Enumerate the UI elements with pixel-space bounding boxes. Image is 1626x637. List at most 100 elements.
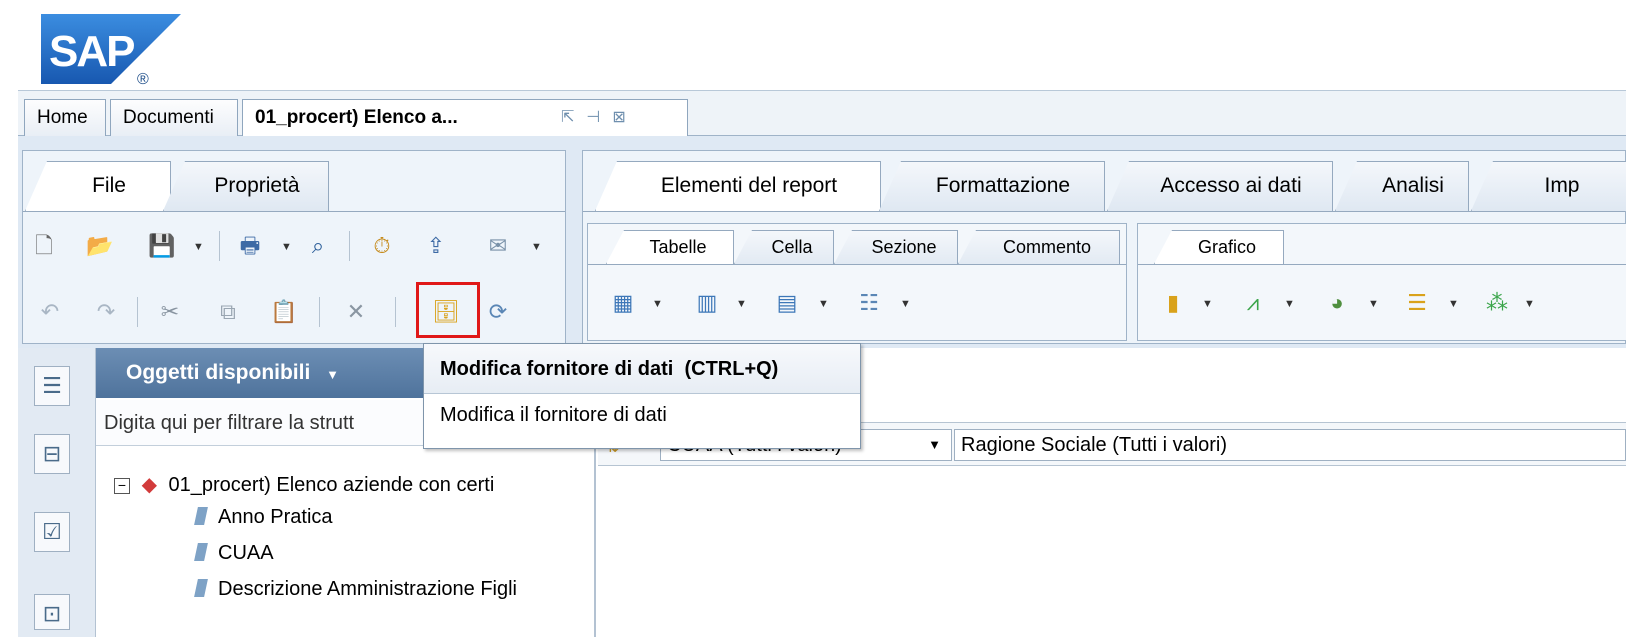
tab-accesso-label: Accesso ai dati	[1160, 174, 1302, 197]
dimension-icon	[194, 579, 208, 597]
email-icon[interactable]: ✉	[483, 231, 513, 261]
copy-icon[interactable]: ⧉	[213, 297, 243, 327]
tooltip-shortcut: (CTRL+Q)	[684, 358, 779, 380]
variables-icon[interactable]: ⊡	[34, 594, 70, 630]
email-dropdown-arrow-icon[interactable]: ▼	[531, 241, 542, 253]
pin-icon[interactable]: ⊣	[586, 109, 612, 126]
bar-chart-icon[interactable]: ▮	[1158, 288, 1188, 318]
tree-root-label: 01_procert) Elenco aziende con certi	[168, 474, 495, 496]
tab-home[interactable]: Home	[24, 99, 106, 137]
tree-item[interactable]: Descrizione Amministrazione Figli	[194, 578, 517, 601]
tab-document-active[interactable]: 01_procert) Elenco a... ⇱⊣⊠	[242, 99, 688, 138]
separator	[395, 297, 396, 327]
sap-logo: SAP ®	[41, 14, 189, 88]
tab-window-controls: ⇱⊣⊠	[561, 100, 638, 136]
point-chart-icon[interactable]: ⁂	[1482, 288, 1512, 318]
find-icon[interactable]: ⌕	[303, 231, 333, 261]
subtab-sezione-label: Sezione	[871, 237, 937, 257]
crosstab-icon[interactable]: ▤	[772, 288, 802, 318]
tab-analisi[interactable]: Analisi	[1335, 161, 1469, 211]
tab-elementi-label: Elementi del report	[660, 174, 838, 197]
dimension-icon	[194, 507, 208, 525]
subtab-commento-label: Commento	[1002, 237, 1092, 257]
close-icon[interactable]: ⊠	[612, 109, 637, 126]
divider	[583, 211, 1625, 212]
redo-icon[interactable]: ↷	[91, 297, 121, 327]
tab-formattazione-label: Formattazione	[935, 174, 1071, 197]
tab-accesso-ai-dati[interactable]: Accesso ai dati	[1107, 161, 1333, 211]
filter-ragione-sociale[interactable]: Ragione Sociale (Tutti i valori)	[954, 429, 1626, 461]
cut-icon[interactable]: ✂	[155, 297, 185, 327]
input-controls-icon[interactable]: ☑	[34, 512, 70, 552]
line-chart-icon[interactable]: ⩘	[1238, 288, 1268, 318]
separator	[219, 231, 220, 261]
separator	[349, 231, 350, 261]
tree-item-label: Descrizione Amministrazione Figli	[218, 578, 517, 600]
subtab-tabelle[interactable]: Tabelle	[606, 230, 734, 264]
collapse-icon[interactable]: −	[114, 478, 130, 494]
pie-chart-icon[interactable]: ◕	[1322, 288, 1352, 318]
bar-chart-dropdown-arrow-icon[interactable]: ▼	[1202, 298, 1213, 310]
export-icon[interactable]: ⇪	[421, 231, 451, 261]
crosstab-dropdown-arrow-icon[interactable]: ▼	[818, 298, 829, 310]
pie-chart-dropdown-arrow-icon[interactable]: ▼	[1368, 298, 1379, 310]
tab-imp-label: Imp	[1544, 174, 1580, 197]
tab-document-label: 01_procert) Elenco a...	[255, 107, 458, 128]
available-objects-title: Oggetti disponibili	[126, 361, 311, 384]
tab-formattazione[interactable]: Formattazione	[879, 161, 1105, 211]
save-dropdown-arrow-icon[interactable]: ▼	[193, 241, 204, 253]
form-dropdown-arrow-icon[interactable]: ▼	[900, 298, 911, 310]
subtab-cella[interactable]: Cella	[734, 230, 834, 264]
table-dropdown-arrow-icon[interactable]: ▼	[652, 298, 663, 310]
separator	[137, 297, 138, 327]
tree-root[interactable]: − ◆ 01_procert) Elenco aziende con certi	[114, 472, 494, 497]
sap-logo-mark: ®	[137, 71, 149, 88]
line-chart-dropdown-arrow-icon[interactable]: ▼	[1284, 298, 1295, 310]
navigation-map-icon[interactable]: ⊟	[34, 434, 70, 474]
subtab-grafico[interactable]: Grafico	[1154, 230, 1284, 264]
print-icon[interactable]: 🖶	[235, 231, 265, 261]
sap-logo-text: SAP	[49, 27, 134, 76]
tree-item[interactable]: Anno Pratica	[194, 506, 333, 529]
divider	[588, 264, 1126, 265]
tab-proprieta[interactable]: Proprietà	[163, 161, 329, 211]
paste-icon[interactable]: 📋	[269, 297, 299, 327]
tooltip-title-text: Modifica fornitore di dati	[440, 358, 674, 380]
subtab-sezione[interactable]: Sezione	[834, 230, 958, 264]
document-structure-icon[interactable]: ☰	[34, 366, 70, 406]
horizontal-bar-chart-icon[interactable]: ☰	[1402, 288, 1432, 318]
undo-icon[interactable]: ↶	[35, 297, 65, 327]
tab-elementi-del-report[interactable]: Elementi del report	[595, 161, 881, 211]
point-chart-dropdown-arrow-icon[interactable]: ▼	[1524, 298, 1535, 310]
toolbar-area: File Proprietà 🗋 📂 💾 ▼ 🖶 ▼ ⌕ ⏱ ⇪ ✉ ▼ ↶ ↷…	[18, 136, 1626, 348]
chevron-down-icon[interactable]: ▼	[326, 367, 339, 382]
tab-file[interactable]: File	[25, 161, 171, 211]
schedule-icon[interactable]: ⏱	[367, 231, 397, 261]
save-icon[interactable]: 💾	[147, 231, 177, 261]
filter-placeholder: Digita qui per filtrare la strutt	[104, 412, 355, 434]
print-dropdown-arrow-icon[interactable]: ▼	[281, 241, 292, 253]
left-sidebar: ☰ ⊟ ☑ ⊡	[18, 348, 96, 637]
divider	[1138, 264, 1626, 265]
open-folder-icon[interactable]: 📂	[85, 231, 115, 261]
table-dropdown-arrow-icon[interactable]: ▼	[736, 298, 747, 310]
tab-documenti[interactable]: Documenti	[110, 99, 238, 137]
vertical-table-icon[interactable]: ▦	[608, 288, 638, 318]
horizontal-bar-dropdown-arrow-icon[interactable]: ▼	[1448, 298, 1459, 310]
highlight-box	[416, 282, 480, 338]
dropdown-arrow-icon[interactable]: ▼	[928, 430, 941, 460]
tab-imp[interactable]: Imp	[1471, 161, 1626, 211]
horizontal-table-icon[interactable]: ▥	[692, 288, 722, 318]
refresh-icon[interactable]: ⟳	[483, 297, 513, 327]
subtab-commento[interactable]: Commento	[958, 230, 1120, 264]
subtab-grafico-label: Grafico	[1197, 237, 1257, 257]
tab-analisi-label: Analisi	[1382, 174, 1444, 197]
tab-home-label: Home	[37, 107, 88, 128]
new-document-icon[interactable]: 🗋	[29, 231, 59, 261]
tree-item[interactable]: CUAA	[194, 542, 274, 565]
form-table-icon[interactable]: ☷	[854, 288, 884, 318]
tooltip-title: Modifica fornitore di dati (CTRL+Q)	[424, 344, 860, 394]
filter-ragione-sociale-label: Ragione Sociale (Tutti i valori)	[961, 434, 1228, 456]
delete-icon[interactable]: ✕	[341, 297, 371, 327]
restore-icon[interactable]: ⇱	[561, 109, 586, 126]
